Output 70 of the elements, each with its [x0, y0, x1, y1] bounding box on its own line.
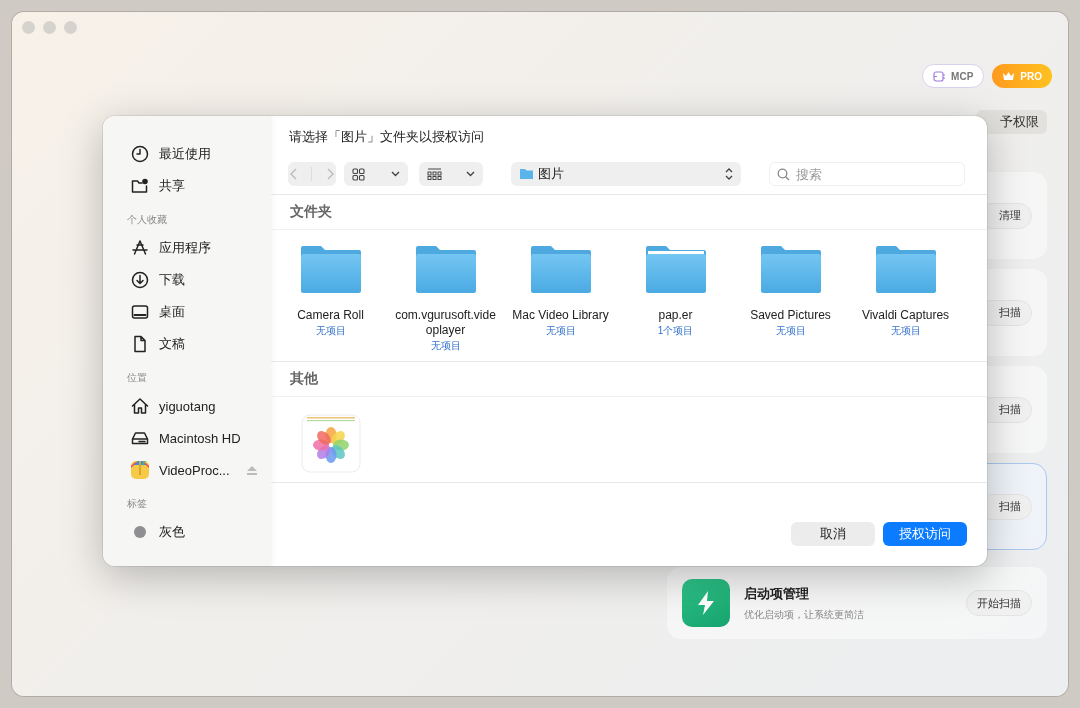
photos-app-icon — [300, 413, 361, 473]
sidebar-item[interactable]: 文稿 — [103, 328, 271, 360]
download-icon — [131, 271, 149, 289]
sidebar-heading: 标签 — [127, 498, 147, 509]
authorize-button[interactable]: 授权访问 — [883, 522, 967, 546]
item-count: 无项目 — [890, 324, 921, 338]
folder-icon — [414, 244, 477, 294]
app-icon — [130, 460, 150, 480]
folder-icon — [519, 168, 534, 180]
scan-button[interactable]: 开始扫描 — [966, 590, 1032, 616]
chevron-down-icon — [391, 171, 400, 177]
sidebar-heading: 位置 — [127, 372, 147, 383]
folder-icon — [874, 244, 937, 294]
desktop-icon — [131, 303, 149, 321]
section-heading: 文件夹 — [290, 203, 332, 219]
clock-icon — [131, 145, 149, 163]
section-heading: 其他 — [290, 370, 318, 386]
navigation-buttons[interactable] — [288, 162, 336, 186]
folder-name[interactable]: Mac Video Library — [512, 308, 609, 323]
card-title: 启动项管理 — [744, 584, 810, 603]
folder-name[interactable]: Saved Pictures — [750, 308, 831, 323]
zoom-button[interactable] — [64, 21, 77, 34]
shared-folder-icon — [130, 177, 150, 195]
house-icon — [131, 397, 149, 415]
minimize-button[interactable] — [43, 21, 56, 34]
folder-name[interactable]: com.vgurusoft.videoplayer — [393, 308, 498, 338]
bolt-icon — [682, 579, 730, 627]
folder-name[interactable]: pap.er — [658, 308, 693, 323]
item-count: 无项目 — [315, 324, 346, 338]
sidebar-item[interactable]: 下载 — [103, 264, 271, 296]
drive-icon — [131, 429, 149, 447]
crown-icon — [1002, 71, 1016, 81]
sidebar-item[interactable]: VideoProc... — [103, 454, 271, 486]
group-grid-icon — [427, 168, 442, 180]
folder-icon — [759, 244, 822, 294]
folder-icon — [529, 244, 592, 294]
location-dropdown[interactable]: 图片 — [511, 162, 741, 186]
sidebar-item[interactable]: 共享 — [103, 170, 271, 202]
search-icon — [777, 168, 790, 181]
plug-icon — [933, 70, 947, 82]
chevron-down-icon — [466, 171, 475, 177]
permission-button[interactable]: 予权限 — [976, 110, 1047, 134]
up-down-chevron-icon — [725, 168, 733, 180]
document-icon — [131, 335, 149, 353]
sidebar-item[interactable]: 灰色 — [103, 516, 271, 548]
group-button[interactable] — [419, 162, 483, 186]
sidebar-item[interactable]: 应用程序 — [103, 232, 271, 264]
item-count: 1个项目 — [657, 324, 694, 338]
eject-icon[interactable] — [246, 465, 257, 475]
sidebar-item[interactable]: Macintosh HD — [103, 422, 271, 454]
card-subtitle: 优化启动项，让系统更简洁 — [744, 607, 864, 622]
mcp-button[interactable]: MCP — [922, 64, 985, 88]
item-count: 无项目 — [775, 324, 806, 338]
folder-name[interactable]: Camera Roll — [297, 308, 364, 323]
item-count: 无项目 — [430, 339, 461, 353]
apps-icon — [131, 239, 149, 257]
folder-icon — [644, 244, 707, 294]
dialog-title: 请选择「图片」文件夹以授权访问 — [289, 129, 484, 144]
sidebar-heading: 个人收藏 — [127, 214, 167, 225]
item-count: 无项目 — [545, 324, 576, 338]
cancel-button[interactable]: 取消 — [791, 522, 875, 546]
search-field[interactable]: 搜索 — [769, 162, 965, 186]
view-mode-button[interactable] — [344, 162, 408, 186]
close-button[interactable] — [22, 21, 35, 34]
sidebar-item[interactable]: 桌面 — [103, 296, 271, 328]
sidebar-item[interactable]: 最近使用 — [103, 138, 271, 170]
sidebar-item[interactable]: yiguotang — [103, 390, 271, 422]
folder-name[interactable]: Vivaldi Captures — [861, 308, 950, 323]
grid-icon — [352, 167, 365, 181]
folder-icon — [299, 244, 362, 294]
